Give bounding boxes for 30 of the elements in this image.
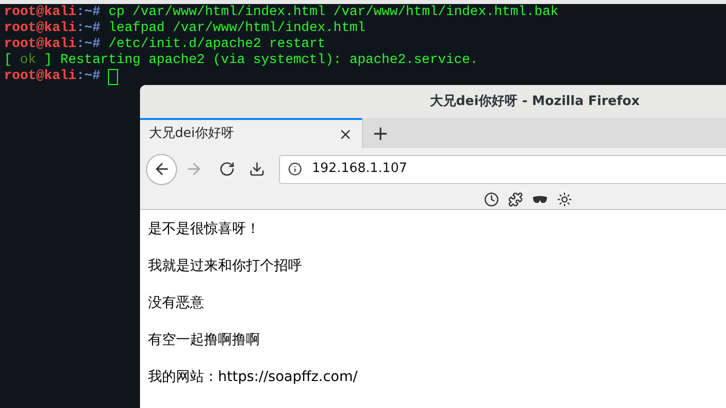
page-paragraph: 我的网站：https://soapffz.com/ — [148, 368, 359, 386]
clock-icon[interactable] — [484, 192, 499, 207]
mask-icon[interactable] — [532, 194, 548, 204]
prompt-user: root@kali — [4, 21, 76, 37]
prompt-path: :~# — [76, 5, 100, 21]
prompt-user: root@kali — [4, 69, 76, 85]
page-paragraph: 没有恶意 — [148, 294, 205, 312]
back-icon[interactable] — [146, 154, 177, 184]
puzzle-icon[interactable] — [508, 192, 523, 207]
prompt-path: :~# — [76, 37, 100, 53]
page-paragraph: 是不是很惊喜呀！ — [148, 220, 261, 238]
bracket-text: [ — [4, 53, 14, 69]
page-paragraph: 有空一起撸啊撸啊 — [148, 331, 261, 349]
prompt-user: root@kali — [4, 5, 76, 21]
browser-tab[interactable]: 大兄dei你好呀 — [140, 118, 362, 148]
prompt-path: :~# — [76, 69, 100, 85]
command-text: cp /var/www/html/index.html /var/www/html/index.html.bak — [107, 5, 558, 21]
info-icon[interactable] — [288, 162, 302, 176]
settings-icon[interactable] — [557, 192, 572, 207]
command-text: /etc/init.d/apache2 restart — [107, 37, 326, 53]
prompt-user: root@kali — [4, 37, 76, 53]
command-text: leafpad /var/www/html/index.html — [107, 21, 366, 37]
status-ok: ok — [20, 53, 36, 69]
page-paragraph: 我就是过来和你打个招呼 — [148, 257, 303, 275]
prompt-path: :~# — [76, 21, 100, 37]
download-icon[interactable] — [249, 161, 265, 177]
url-field[interactable]: 192.168.1.107 — [279, 154, 726, 184]
reload-icon[interactable] — [219, 161, 235, 177]
window-title: 大兄dei你好呀 - Mozilla Firefox — [430, 92, 640, 111]
output-text: ] Restarting apache2 (via systemctl): apache2.service. — [43, 53, 478, 69]
